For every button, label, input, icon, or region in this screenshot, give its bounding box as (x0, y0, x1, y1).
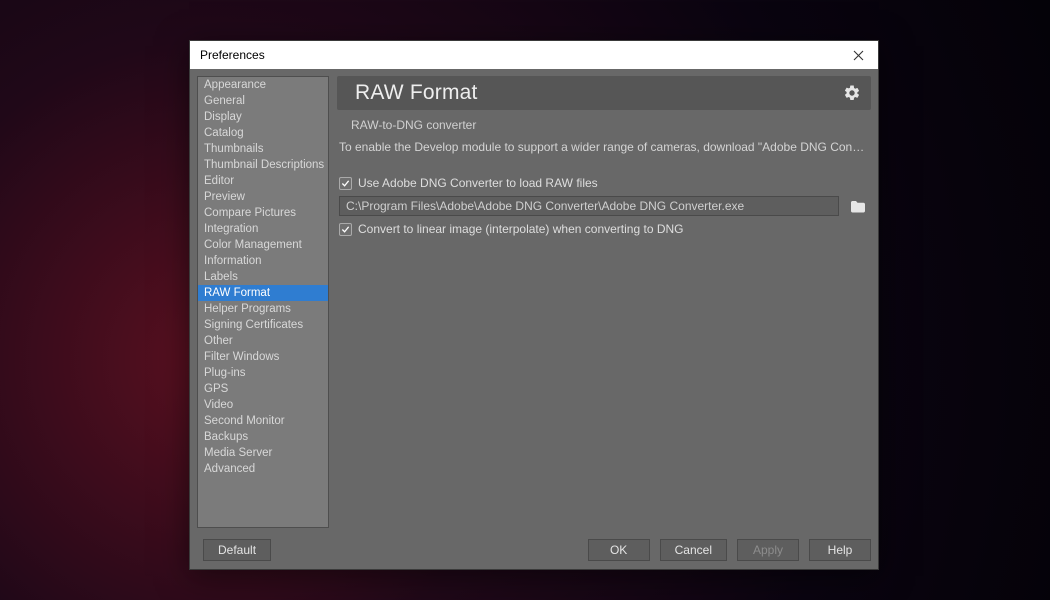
sidebar-item-labels[interactable]: Labels (198, 269, 328, 285)
ok-button[interactable]: OK (588, 539, 650, 561)
label-use-converter: Use Adobe DNG Converter to load RAW file… (358, 176, 598, 190)
sidebar-item-helper-programs[interactable]: Helper Programs (198, 301, 328, 317)
window-title: Preferences (200, 48, 846, 62)
sidebar: AppearanceGeneralDisplayCatalogThumbnail… (197, 76, 329, 528)
row-use-converter: Use Adobe DNG Converter to load RAW file… (337, 176, 871, 190)
apply-button[interactable]: Apply (737, 539, 799, 561)
sidebar-item-display[interactable]: Display (198, 109, 328, 125)
page-title: RAW Format (355, 81, 843, 105)
sidebar-item-plug-ins[interactable]: Plug-ins (198, 365, 328, 381)
sidebar-item-gps[interactable]: GPS (198, 381, 328, 397)
sidebar-item-raw-format[interactable]: RAW Format (198, 285, 328, 301)
converter-path-input[interactable]: C:\Program Files\Adobe\Adobe DNG Convert… (339, 196, 839, 216)
sidebar-item-catalog[interactable]: Catalog (198, 125, 328, 141)
sidebar-item-preview[interactable]: Preview (198, 189, 328, 205)
page-header: RAW Format (337, 76, 871, 110)
checkbox-linear[interactable] (339, 223, 352, 236)
folder-icon[interactable] (847, 196, 869, 216)
sidebar-item-video[interactable]: Video (198, 397, 328, 413)
titlebar: Preferences (190, 41, 878, 69)
footer: Default OK Cancel Apply Help (190, 535, 878, 569)
section-title: RAW-to-DNG converter (337, 116, 871, 134)
sidebar-item-second-monitor[interactable]: Second Monitor (198, 413, 328, 429)
sidebar-item-thumbnail-descriptions[interactable]: Thumbnail Descriptions (198, 157, 328, 173)
cancel-button[interactable]: Cancel (660, 539, 727, 561)
section-description: To enable the Develop module to support … (337, 140, 871, 154)
row-path: C:\Program Files\Adobe\Adobe DNG Convert… (337, 196, 871, 216)
sidebar-item-filter-windows[interactable]: Filter Windows (198, 349, 328, 365)
sidebar-item-appearance[interactable]: Appearance (198, 77, 328, 93)
sidebar-item-compare-pictures[interactable]: Compare Pictures (198, 205, 328, 221)
default-button[interactable]: Default (203, 539, 271, 561)
sidebar-item-advanced[interactable]: Advanced (198, 461, 328, 477)
content-area: RAW Format RAW-to-DNG converter To enabl… (337, 76, 871, 528)
row-linear: Convert to linear image (interpolate) wh… (337, 222, 871, 236)
sidebar-item-thumbnails[interactable]: Thumbnails (198, 141, 328, 157)
sidebar-item-information[interactable]: Information (198, 253, 328, 269)
sidebar-item-signing-certificates[interactable]: Signing Certificates (198, 317, 328, 333)
label-linear: Convert to linear image (interpolate) wh… (358, 222, 684, 236)
sidebar-item-editor[interactable]: Editor (198, 173, 328, 189)
sidebar-item-integration[interactable]: Integration (198, 221, 328, 237)
sidebar-item-general[interactable]: General (198, 93, 328, 109)
gear-icon[interactable] (843, 84, 861, 102)
sidebar-item-media-server[interactable]: Media Server (198, 445, 328, 461)
sidebar-item-backups[interactable]: Backups (198, 429, 328, 445)
sidebar-item-color-management[interactable]: Color Management (198, 237, 328, 253)
preferences-dialog: Preferences AppearanceGeneralDisplayCata… (189, 40, 879, 570)
checkbox-use-converter[interactable] (339, 177, 352, 190)
sidebar-item-other[interactable]: Other (198, 333, 328, 349)
dialog-body: AppearanceGeneralDisplayCatalogThumbnail… (190, 69, 878, 535)
help-button[interactable]: Help (809, 539, 871, 561)
close-icon[interactable] (846, 45, 870, 65)
